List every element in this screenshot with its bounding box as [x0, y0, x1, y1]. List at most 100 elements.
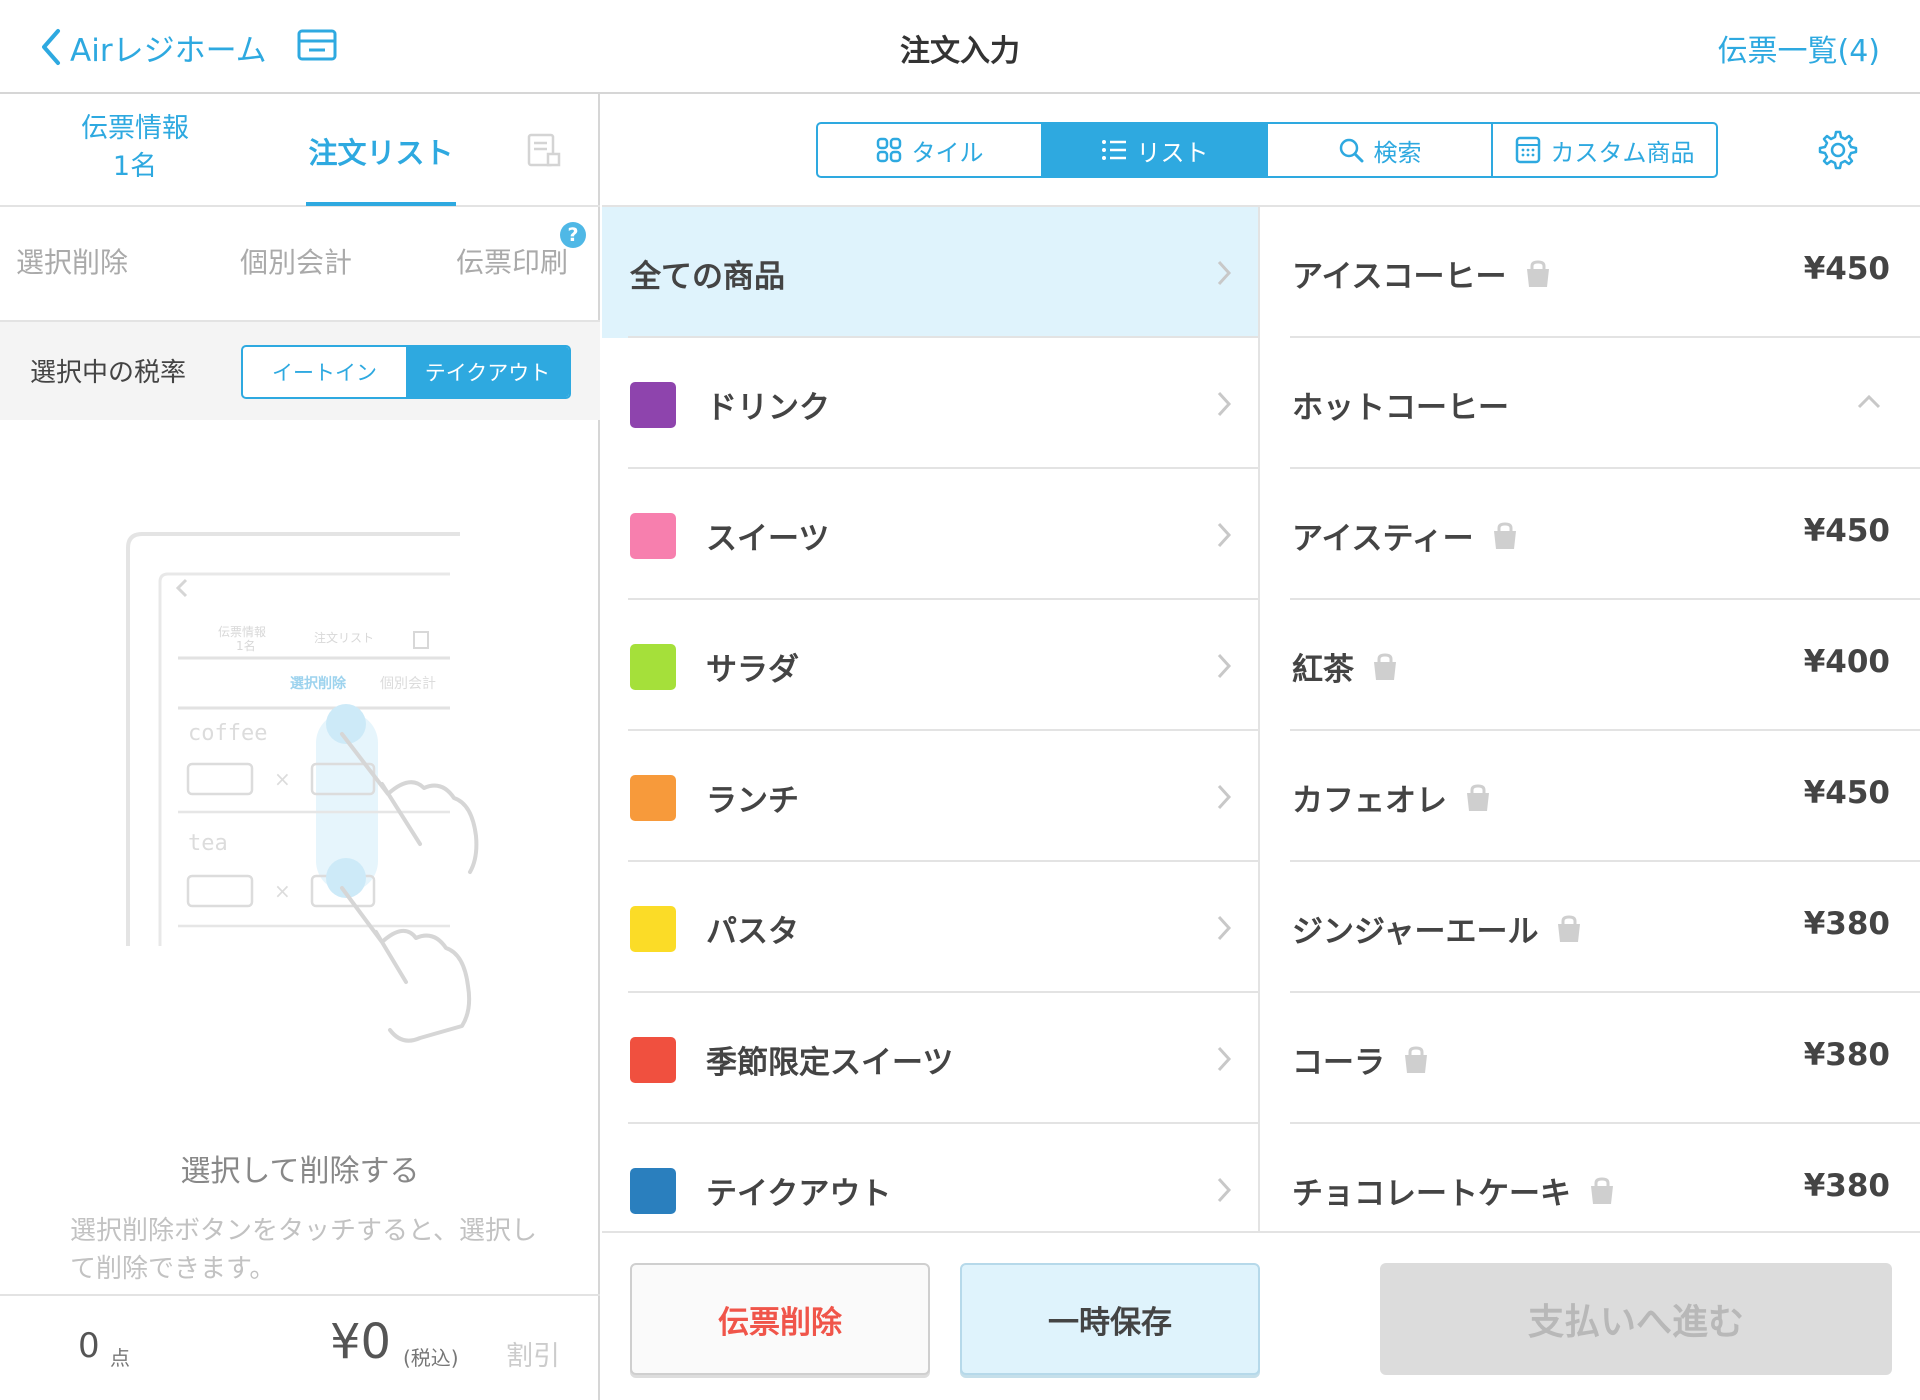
category-label: パスタ — [706, 914, 799, 950]
order-actions: 選択削除 個別会計 伝票印刷 — [0, 207, 600, 322]
tab-slip-info[interactable]: 伝票情報 1名 — [60, 110, 210, 186]
product-row[interactable]: ジンジャーエール ¥380 — [1262, 862, 1920, 993]
back-to-home-button[interactable]: Airレジホーム — [40, 24, 267, 70]
illus-item1: coffee — [188, 721, 267, 746]
chevron-right-icon — [1217, 522, 1232, 548]
chevron-right-icon — [1217, 1177, 1232, 1203]
view-toolbar: タイル リスト 検索 カスタム商品 — [602, 94, 1920, 207]
bag-icon — [1405, 1045, 1427, 1073]
product-row[interactable]: ホットコーヒー — [1262, 338, 1920, 469]
hold-order-button[interactable]: 一時保存 — [960, 1263, 1260, 1375]
tax-option-eat-in[interactable]: イートイン — [243, 347, 406, 397]
tax-option-takeout[interactable]: テイクアウト — [406, 347, 569, 397]
bag-icon — [1558, 914, 1581, 942]
category-label: ドリンク — [706, 390, 830, 426]
calculator-icon — [1515, 136, 1540, 164]
help-icon[interactable]: ? — [560, 222, 586, 248]
delete-slip-button[interactable]: 伝票削除 — [630, 1263, 930, 1375]
view-search-button[interactable]: 検索 — [1268, 124, 1493, 176]
settings-gear-icon[interactable] — [1816, 128, 1860, 176]
order-summary: 0 点 ¥0 (税込) 割引 — [0, 1294, 600, 1400]
proceed-to-payment-button[interactable]: 支払いへ進む — [1380, 1263, 1892, 1375]
category-color-swatch — [630, 1168, 676, 1214]
chevron-right-icon — [1217, 1046, 1232, 1072]
illus-times2: × — [274, 879, 291, 903]
view-tile-label: タイル — [911, 138, 984, 167]
product-price: ¥450 — [1803, 513, 1890, 549]
discount-button[interactable]: 割引 — [506, 1334, 560, 1373]
split-payment-button[interactable]: 個別会計 — [240, 241, 352, 281]
tax-rate-row: 選択中の税率 イートイン テイクアウト — [0, 322, 600, 420]
category-color-swatch — [630, 382, 676, 428]
select-delete-button[interactable]: 選択削除 — [16, 241, 128, 281]
category-label: 季節限定スイーツ — [706, 1045, 954, 1081]
select-delete-illustration: 伝票情報 1名 注文リスト 選択削除 個別会計 coffee × tea × — [126, 532, 479, 1043]
category-color-swatch — [630, 513, 676, 559]
view-custom-button[interactable]: カスタム商品 — [1493, 124, 1716, 176]
tax-rate-toggle: イートイン テイクアウト — [241, 345, 571, 399]
product-name: チョコレートケーキ — [1292, 1176, 1571, 1212]
order-tabs: 伝票情報 1名 注文リスト — [0, 94, 600, 207]
category-item-salad[interactable]: サラダ — [602, 600, 1258, 731]
category-item-all[interactable]: 全ての商品 — [602, 207, 1258, 338]
bag-icon — [1493, 521, 1516, 549]
list-icon — [1101, 140, 1126, 160]
illus-tab1: 伝票情報 — [218, 625, 266, 639]
category-label: 全ての商品 — [630, 259, 785, 295]
category-item-takeout[interactable]: テイクアウト — [602, 1124, 1258, 1231]
tab-slip-info-guests: 1名 — [112, 151, 158, 182]
category-item-sweets[interactable]: スイーツ — [602, 469, 1258, 600]
category-color-swatch — [630, 906, 676, 952]
product-list: アイスコーヒー ¥450 ホットコーヒー アイスティー ¥450 紅茶 ¥400… — [1262, 207, 1920, 1231]
category-item-lunch[interactable]: ランチ — [602, 731, 1258, 862]
chevron-up-icon[interactable] — [1856, 394, 1882, 410]
product-price: ¥380 — [1803, 906, 1890, 942]
slip-list-link[interactable]: 伝票一覧(4) — [1718, 26, 1881, 70]
print-slip-button[interactable]: 伝票印刷 — [456, 241, 584, 281]
tab-order-list[interactable]: 注文リスト — [306, 130, 456, 172]
bag-icon — [1526, 259, 1549, 287]
page-title: 注文入力 — [900, 34, 1020, 69]
category-color-swatch — [630, 644, 676, 690]
view-tile-button[interactable]: タイル — [818, 124, 1043, 176]
product-price: ¥380 — [1803, 1168, 1890, 1204]
item-count-unit: 点 — [110, 1346, 130, 1370]
grid-icon — [876, 137, 901, 163]
chevron-right-icon — [1217, 653, 1232, 679]
product-price: ¥450 — [1803, 775, 1890, 811]
bag-icon — [1591, 1176, 1613, 1204]
category-item-seasonal-sweets[interactable]: 季節限定スイーツ — [602, 993, 1258, 1124]
product-name: ジンジャーエール — [1292, 914, 1539, 950]
product-row[interactable]: コーラ ¥380 — [1262, 993, 1920, 1124]
product-name: カフェオレ — [1292, 783, 1447, 819]
product-price: ¥450 — [1803, 251, 1890, 287]
category-label: ランチ — [706, 783, 799, 819]
category-list: 全ての商品 ドリンク スイーツ サラダ ランチ パスタ 季節限定スイーツ テイク… — [602, 207, 1260, 1231]
product-name: アイスティー — [1292, 521, 1474, 557]
product-name: 紅茶 — [1292, 652, 1354, 688]
product-row[interactable]: チョコレートケーキ ¥380 — [1262, 1124, 1920, 1231]
chevron-right-icon — [1217, 915, 1232, 941]
active-tab-indicator — [306, 202, 456, 206]
product-row[interactable]: アイスティー ¥450 — [1262, 469, 1920, 600]
product-row[interactable]: カフェオレ ¥450 — [1262, 731, 1920, 862]
category-item-pasta[interactable]: パスタ — [602, 862, 1258, 993]
app-header: Airレジホーム 注文入力 伝票一覧(4) — [0, 0, 1920, 94]
receipt-icon[interactable] — [526, 132, 562, 172]
chevron-right-icon — [1217, 260, 1232, 286]
category-item-drink[interactable]: ドリンク — [602, 338, 1258, 469]
category-color-swatch — [630, 775, 676, 821]
illus-tab2: 注文リスト — [314, 630, 374, 645]
cash-drawer-icon[interactable] — [297, 28, 337, 68]
product-row[interactable]: アイスコーヒー ¥450 — [1262, 207, 1920, 338]
bag-icon — [1467, 783, 1489, 811]
product-name: コーラ — [1292, 1045, 1385, 1081]
product-price: ¥380 — [1803, 1037, 1890, 1073]
empty-state-description: 選択削除ボタンをタッチすると、選択して削除できます。 — [70, 1216, 537, 1284]
bottom-action-bar: 伝票削除 一時保存 支払いへ進む — [602, 1231, 1920, 1400]
product-name: ホットコーヒー — [1292, 390, 1509, 426]
product-row[interactable]: 紅茶 ¥400 — [1262, 600, 1920, 731]
view-custom-label: カスタム商品 — [1550, 138, 1695, 167]
view-list-button[interactable]: リスト — [1043, 124, 1268, 176]
view-search-label: 検索 — [1373, 138, 1422, 167]
